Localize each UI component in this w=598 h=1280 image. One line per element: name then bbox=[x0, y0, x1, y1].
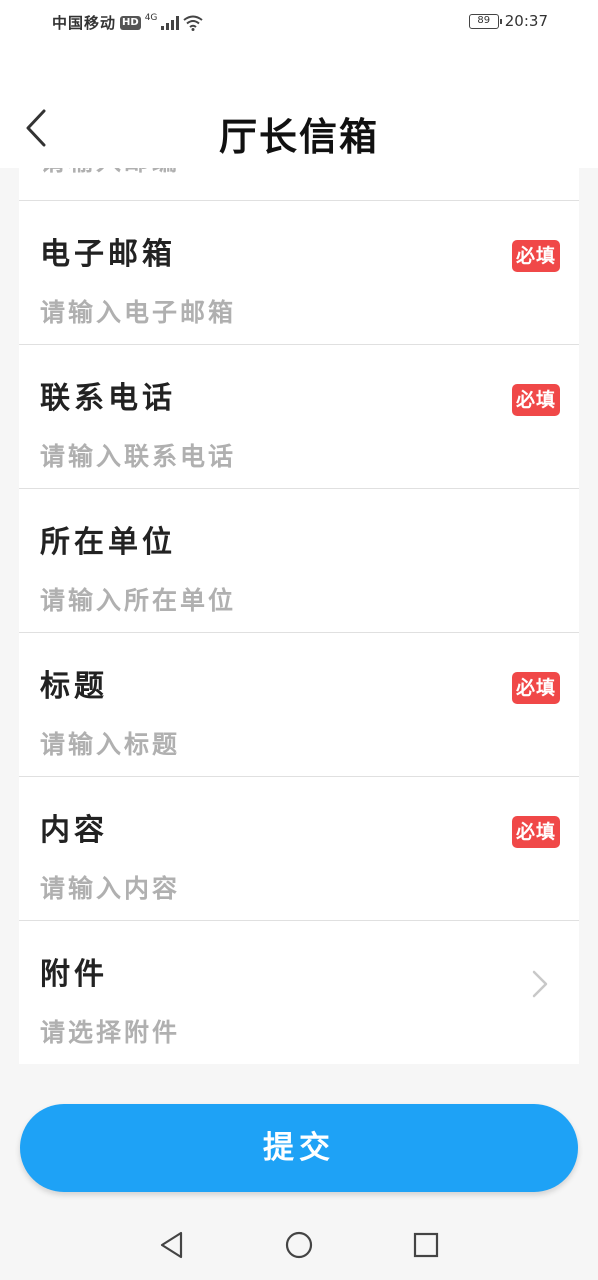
form-list: 请输入邮编 电子邮箱 必填 请输入电子邮箱 联系电话 必填 请输入联系电话 所在… bbox=[19, 168, 579, 1064]
chevron-right-icon bbox=[532, 970, 548, 998]
field-label: 附件 bbox=[40, 957, 108, 992]
required-badge: 必填 bbox=[511, 384, 560, 416]
title-field[interactable]: 标题 必填 请输入标题 bbox=[19, 633, 579, 777]
nav-bar: 厅长信箱 bbox=[0, 46, 598, 168]
field-label: 电子邮箱 bbox=[40, 237, 176, 272]
hd-icon: HD bbox=[120, 15, 141, 30]
status-left: 中国移动 HD 4G bbox=[52, 12, 204, 33]
triangle-back-icon[interactable] bbox=[157, 1230, 187, 1260]
field-placeholder: 请输入标题 bbox=[40, 730, 181, 759]
field-label: 联系电话 bbox=[40, 381, 176, 416]
field-placeholder: 请输入电子邮箱 bbox=[40, 298, 237, 327]
page-title: 厅长信箱 bbox=[218, 114, 379, 159]
circle-home-icon[interactable] bbox=[284, 1230, 314, 1260]
square-recents-icon[interactable] bbox=[411, 1230, 441, 1260]
attachment-field[interactable]: 附件 请选择附件 bbox=[19, 921, 579, 1064]
email-field[interactable]: 电子邮箱 必填 请输入电子邮箱 bbox=[19, 201, 579, 345]
wifi-icon bbox=[183, 15, 204, 31]
system-nav-bar bbox=[0, 1212, 598, 1280]
field-label: 标题 bbox=[40, 669, 108, 704]
field-placeholder: 请输入内容 bbox=[40, 874, 181, 903]
field-label: 所在单位 bbox=[40, 525, 176, 560]
required-badge: 必填 bbox=[511, 240, 560, 272]
signal-icon bbox=[161, 15, 180, 30]
submit-button[interactable]: 提交 bbox=[20, 1104, 578, 1192]
field-label: 内容 bbox=[40, 813, 108, 848]
status-right: 89 20:37 bbox=[468, 12, 548, 30]
field-placeholder: 请选择附件 bbox=[40, 1018, 181, 1047]
field-placeholder: 请输入所在单位 bbox=[40, 586, 237, 615]
required-badge: 必填 bbox=[511, 672, 560, 704]
content-field[interactable]: 内容 必填 请输入内容 bbox=[19, 777, 579, 921]
carrier-name: 中国移动 bbox=[52, 14, 117, 32]
network-type: 4G bbox=[144, 12, 158, 23]
required-badge: 必填 bbox=[511, 816, 560, 848]
organization-field[interactable]: 所在单位 请输入所在单位 bbox=[19, 489, 579, 633]
battery-icon: 89 bbox=[468, 13, 502, 29]
field-placeholder: 请输入联系电话 bbox=[40, 442, 237, 471]
postcode-row[interactable]: 请输入邮编 bbox=[19, 168, 579, 201]
status-bar: 中国移动 HD 4G 89 20:37 bbox=[0, 0, 598, 46]
phone-field[interactable]: 联系电话 必填 请输入联系电话 bbox=[19, 345, 579, 489]
page: 中国移动 HD 4G 89 20:37 厅长信箱 请输入邮编 bbox=[0, 0, 598, 1280]
clock: 20:37 bbox=[504, 12, 548, 30]
postcode-placeholder: 请输入邮编 bbox=[40, 168, 180, 178]
